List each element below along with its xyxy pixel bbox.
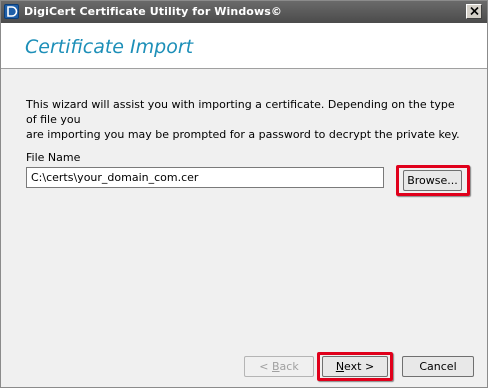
- next-button[interactable]: Next >: [322, 356, 388, 377]
- close-icon[interactable]: [466, 4, 482, 19]
- browse-button[interactable]: Browse...: [403, 170, 462, 191]
- intro-line-1: This wizard will assist you with importi…: [26, 98, 455, 126]
- wizard-window: DigiCert Certificate Utility for Windows…: [0, 0, 488, 388]
- title-bar[interactable]: DigiCert Certificate Utility for Windows…: [1, 1, 487, 23]
- file-name-input[interactable]: [26, 167, 384, 188]
- page-title: Certificate Import: [25, 36, 194, 58]
- window-title: DigiCert Certificate Utility for Windows…: [24, 5, 282, 18]
- next-rest: ext >: [344, 360, 375, 373]
- intro-text: This wizard will assist you with importi…: [26, 97, 466, 142]
- back-prefix: <: [259, 360, 272, 373]
- back-button[interactable]: < Back: [244, 356, 314, 377]
- digicert-app-icon: [4, 4, 19, 19]
- next-mnemonic: N: [335, 360, 345, 373]
- file-name-label: File Name: [26, 151, 81, 164]
- back-rest: ack: [279, 360, 299, 373]
- intro-line-2: are importing you may be prompted for a …: [26, 128, 460, 141]
- wizard-header: Certificate Import: [1, 23, 487, 69]
- wizard-body: This wizard will assist you with importi…: [1, 69, 487, 387]
- cancel-button[interactable]: Cancel: [402, 356, 474, 377]
- back-mnemonic: B: [272, 360, 280, 373]
